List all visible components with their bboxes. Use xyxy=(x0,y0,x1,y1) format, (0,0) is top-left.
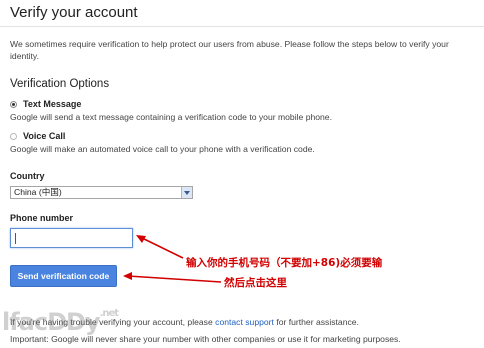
title-divider xyxy=(0,26,484,27)
trouble-suffix: for further assistance. xyxy=(276,317,359,327)
watermark-suffix: .net xyxy=(99,308,120,319)
voice-call-radio[interactable] xyxy=(10,132,17,140)
country-label: Country xyxy=(10,171,45,181)
option-voice-call[interactable]: Voice Call xyxy=(10,131,65,141)
watermark-logo: lfacDDy.net xyxy=(2,308,120,336)
country-select[interactable]: China (中国) xyxy=(10,186,193,199)
option-text-message[interactable]: Text Message xyxy=(10,99,81,109)
button-arrow-icon xyxy=(123,272,222,283)
phone-number-label: Phone number xyxy=(10,213,74,223)
verify-account-page: Verify your account We sometimes require… xyxy=(0,0,484,348)
page-title: Verify your account xyxy=(10,4,138,21)
voice-call-description: Google will make an automated voice call… xyxy=(10,144,315,154)
send-verification-code-button[interactable]: Send verification code xyxy=(10,265,117,287)
chevron-down-icon[interactable] xyxy=(181,187,192,198)
text-caret xyxy=(15,233,16,244)
text-message-description: Google will send a text message containi… xyxy=(10,112,332,122)
button-hint-annotation: 然后点击这里 xyxy=(224,277,287,289)
text-message-label[interactable]: Text Message xyxy=(23,99,81,109)
phone-hint-annotation: 输入你的手机号码（不要加+86)必须要输 xyxy=(186,257,383,269)
contact-support-link[interactable]: contact support xyxy=(215,317,274,327)
voice-call-label[interactable]: Voice Call xyxy=(23,131,65,141)
country-select-value: China (中国) xyxy=(14,187,62,197)
verification-options-heading: Verification Options xyxy=(10,78,110,90)
text-message-radio[interactable] xyxy=(10,100,17,108)
intro-text: We sometimes require verification to hel… xyxy=(10,39,449,61)
watermark-text: lfacDDy xyxy=(2,308,101,336)
phone-number-input[interactable] xyxy=(10,228,133,248)
phone-arrow-icon xyxy=(136,235,184,259)
